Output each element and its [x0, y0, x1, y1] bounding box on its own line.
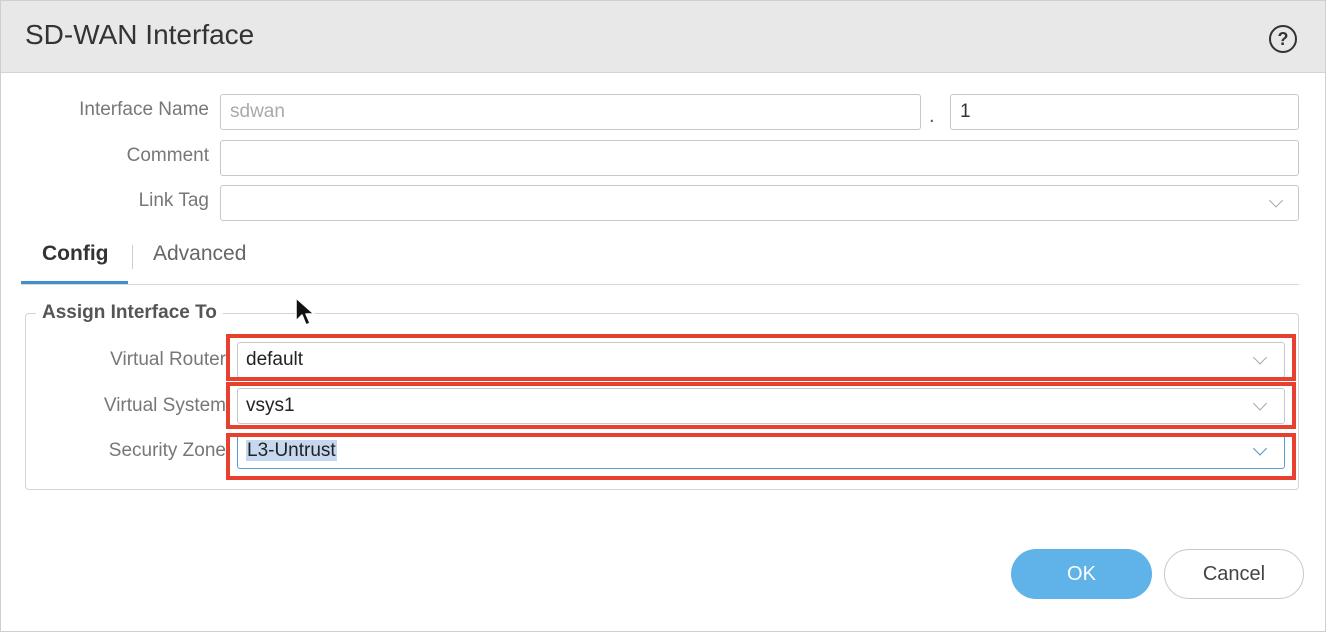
interface-name-input[interactable]: sdwan — [220, 94, 921, 130]
tab-advanced[interactable]: Advanced — [153, 242, 246, 266]
cancel-button[interactable]: Cancel — [1164, 549, 1304, 599]
question-circle-icon[interactable]: ? — [1269, 25, 1297, 53]
interface-name-label: Interface Name — [79, 99, 209, 120]
virtual-system-label: Virtual System — [103, 395, 226, 416]
sdwan-interface-dialog: SD-WAN Interface ? Interface Name sdwan … — [0, 0, 1326, 632]
security-zone-label: Security Zone — [108, 440, 226, 461]
interface-suffix-input[interactable]: 1 — [950, 94, 1299, 130]
highlight-security-zone — [226, 433, 1296, 480]
ok-button[interactable]: OK — [1011, 549, 1152, 599]
chevron-down-icon — [1268, 193, 1284, 208]
mouse-pointer-icon — [295, 297, 315, 326]
assign-interface-legend: Assign Interface To — [36, 302, 223, 324]
link-tag-label: Link Tag — [138, 190, 209, 211]
highlight-virtual-router — [226, 334, 1296, 381]
comment-label: Comment — [126, 145, 209, 166]
highlight-virtual-system — [226, 382, 1296, 429]
comment-input[interactable] — [220, 140, 1299, 176]
tab-config[interactable]: Config — [42, 242, 108, 266]
dialog-title: SD-WAN Interface — [25, 19, 255, 50]
virtual-router-label: Virtual Router — [110, 349, 226, 370]
dialog-titlebar: SD-WAN Interface ? — [1, 1, 1325, 73]
tab-separator — [132, 245, 133, 269]
interface-name-separator: . — [929, 105, 935, 127]
tab-divider — [21, 284, 1299, 285]
link-tag-select[interactable] — [220, 185, 1299, 221]
